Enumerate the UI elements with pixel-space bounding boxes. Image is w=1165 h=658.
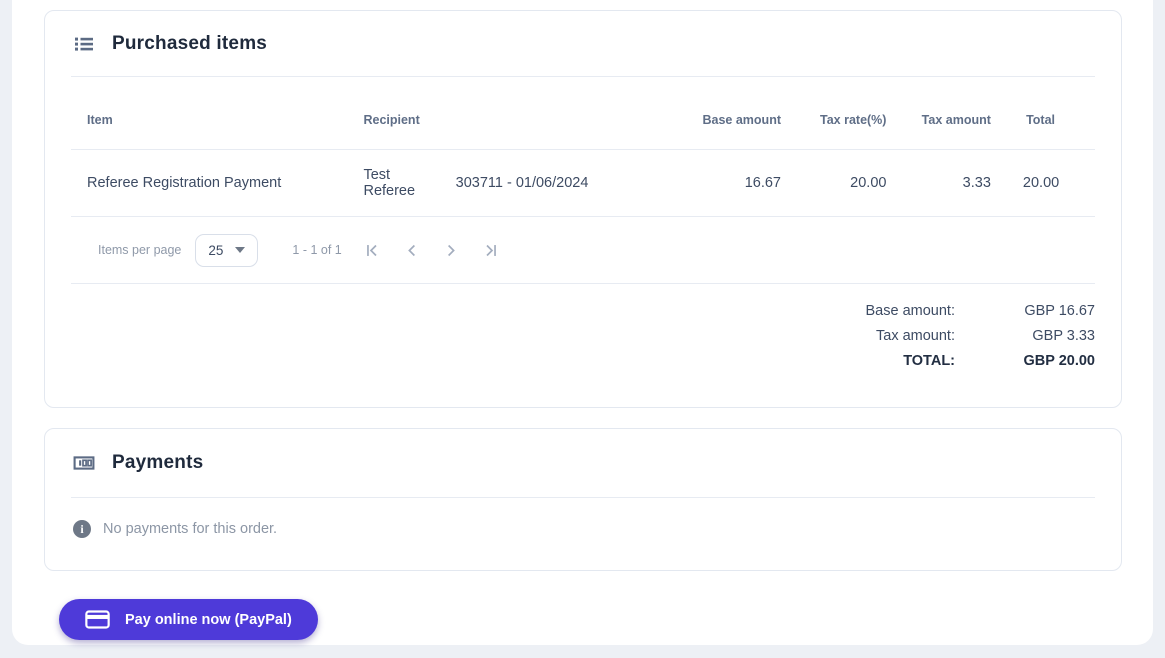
table-header-row: Item Recipient Base amount Tax rate(%) T… [71,77,1095,150]
cell-tax-rate: 20.00 [797,150,902,217]
money-icon [73,452,95,474]
content-container: Purchased items Item Recipient Base amou… [12,0,1153,645]
totals-grand-label: TOTAL: [903,353,955,369]
totals-row-grand: TOTAL: GBP 20.00 [45,348,1095,373]
purchased-items-header: Purchased items [45,11,1121,76]
col-recipient: Recipient [347,77,439,150]
col-total: Total [1007,77,1095,150]
chevron-left-icon [403,242,420,259]
purchased-items-title: Purchased items [112,33,267,55]
pay-online-label: Pay online now (PayPal) [125,612,292,628]
col-base-amount: Base amount [640,77,797,150]
previous-page-button[interactable] [392,230,432,270]
pay-online-button[interactable]: Pay online now (PayPal) [59,599,318,640]
col-tax-rate: Tax rate(%) [797,77,902,150]
last-page-icon [483,242,500,259]
totals-section: Base amount: GBP 16.67 Tax amount: GBP 3… [45,284,1121,407]
first-page-icon [363,242,380,259]
chevron-down-icon [235,247,245,253]
purchased-items-table: Item Recipient Base amount Tax rate(%) T… [71,77,1095,217]
col-tax-amount: Tax amount [902,77,1006,150]
paginator: Items per page 25 1 - 1 of 1 [45,217,1121,283]
info-icon: i [73,520,91,538]
payments-empty-message: No payments for this order. [103,521,277,537]
col-reference [440,77,641,150]
credit-card-icon [85,610,110,629]
totals-tax-value: GBP 3.33 [955,328,1095,344]
payments-empty-state: i No payments for this order. [45,498,1121,570]
page-size-value: 25 [208,243,223,258]
totals-row-tax: Tax amount: GBP 3.33 [45,323,1095,348]
totals-tax-label: Tax amount: [876,328,955,344]
chevron-right-icon [443,242,460,259]
col-item: Item [71,77,347,150]
list-icon [73,33,95,55]
paginator-range-label: 1 - 1 of 1 [292,243,341,257]
purchased-items-card: Purchased items Item Recipient Base amou… [44,10,1122,408]
totals-base-value: GBP 16.67 [955,303,1095,319]
page-size-select[interactable]: 25 [195,234,258,267]
totals-base-label: Base amount: [866,303,955,319]
cell-recipient: Test Referee [347,150,439,217]
totals-row-base: Base amount: GBP 16.67 [45,298,1095,323]
payments-card: Payments i No payments for this order. [44,428,1122,571]
cell-tax-amount: 3.33 [902,150,1006,217]
cell-item: Referee Registration Payment [71,150,347,217]
cell-total: 20.00 [1007,150,1095,217]
last-page-button[interactable] [472,230,512,270]
items-per-page-label: Items per page [98,243,181,257]
first-page-button[interactable] [352,230,392,270]
cell-reference: 303711 - 01/06/2024 [440,150,641,217]
cell-base-amount: 16.67 [640,150,797,217]
totals-grand-value: GBP 20.00 [955,353,1095,369]
payments-header: Payments [45,429,1121,497]
table-row: Referee Registration Payment Test Refere… [71,150,1095,217]
payments-title: Payments [112,452,203,474]
next-page-button[interactable] [432,230,472,270]
